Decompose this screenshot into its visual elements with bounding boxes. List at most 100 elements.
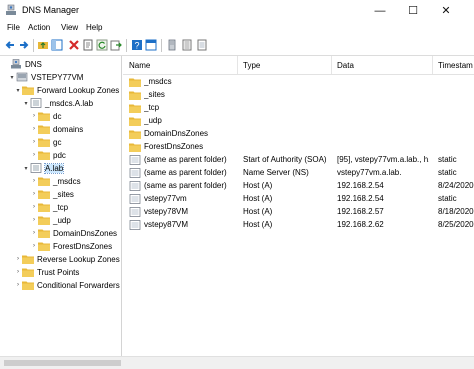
menu-action[interactable]: Action — [28, 23, 50, 32]
table-row[interactable]: _sites — [123, 89, 474, 102]
scrollbar-thumb[interactable] — [4, 360, 121, 366]
folder-icon — [129, 129, 141, 139]
table-row[interactable]: _udp — [123, 115, 474, 128]
tree-item-forestdnszones[interactable]: › ForestDnsZones — [30, 240, 112, 252]
tree-item-msdcs[interactable]: › _msdcs — [30, 175, 81, 187]
tree-item-label: dc — [53, 111, 62, 121]
table-row[interactable]: vstepy78VM Host (A) 192.168.2.57 8/18/2020 — [123, 206, 474, 219]
dns-record-icon — [129, 155, 141, 165]
tree-item-dns[interactable]: DNS — [2, 58, 42, 70]
zone-icon[interactable] — [196, 39, 208, 51]
folder-icon — [129, 77, 141, 87]
horizontal-scrollbar[interactable] — [0, 356, 474, 369]
expand-arrow-icon[interactable]: › — [30, 230, 38, 236]
expand-arrow-icon[interactable]: › — [30, 178, 38, 184]
column-divider[interactable] — [237, 56, 238, 74]
dns-manager-icon — [6, 4, 16, 15]
folder-icon — [129, 142, 141, 152]
expand-arrow-icon[interactable]: ▾ — [22, 100, 30, 107]
table-row[interactable]: DomainDnsZones — [123, 128, 474, 141]
export-icon[interactable] — [110, 39, 122, 51]
tree-item-gc[interactable]: › gc — [30, 136, 61, 148]
minimize-button[interactable]: — — [365, 0, 395, 21]
expand-arrow-icon[interactable]: › — [30, 113, 38, 119]
tree-item-udp[interactable]: › _udp — [30, 214, 71, 226]
expand-arrow-icon[interactable]: › — [14, 269, 22, 275]
results-list: Name Type Data Timestam _msdcs _sites _tcp… — [123, 56, 474, 356]
column-divider[interactable] — [432, 56, 433, 74]
expand-arrow-icon[interactable]: › — [30, 217, 38, 223]
tree-item-sites[interactable]: › _sites — [30, 188, 74, 200]
cell-name: vstepy87VM — [144, 220, 189, 229]
tree-item-domaindnszones[interactable]: › DomainDnsZones — [30, 227, 117, 239]
cell-type: Host (A) — [243, 181, 273, 190]
column-divider[interactable] — [331, 56, 332, 74]
show-tree-icon[interactable] — [51, 39, 63, 51]
records-icon[interactable] — [181, 39, 193, 51]
expand-arrow-icon[interactable]: › — [30, 204, 38, 210]
cell-type: Name Server (NS) — [243, 168, 309, 177]
trust-points-icon — [22, 267, 34, 277]
tree-item-conditional-forwarders[interactable]: › Conditional Forwarders — [14, 279, 120, 291]
table-row[interactable]: _msdcs — [123, 76, 474, 89]
table-row[interactable]: _tcp — [123, 102, 474, 115]
menu-view[interactable]: View — [61, 23, 78, 32]
help-icon[interactable]: ? — [131, 39, 143, 51]
up-folder-icon[interactable] — [37, 39, 49, 51]
table-row[interactable]: vstepy77vm Host (A) 192.168.2.54 static — [123, 193, 474, 206]
column-header-data[interactable]: Data — [337, 61, 354, 70]
delete-icon[interactable] — [68, 39, 80, 51]
cell-timestamp: static — [438, 168, 457, 177]
maximize-button[interactable]: ☐ — [398, 0, 428, 21]
tree-item-trust-points[interactable]: › Trust Points — [14, 266, 79, 278]
cell-timestamp: static — [438, 194, 457, 203]
tree-item-pdc[interactable]: › pdc — [30, 149, 66, 161]
column-header-timestamp[interactable]: Timestam — [438, 61, 473, 70]
tree-item-a-lab[interactable]: ▾ A.lab — [22, 162, 65, 174]
properties-icon[interactable] — [82, 39, 94, 51]
menu-help[interactable]: Help — [86, 23, 102, 32]
tree-item-forward-lookup-zones[interactable]: ▾ Forward Lookup Zones — [14, 84, 119, 96]
column-header-type[interactable]: Type — [243, 61, 260, 70]
tree-item-msdcs-zone[interactable]: ▾ _msdcs.A.lab — [22, 97, 93, 109]
server-icon[interactable] — [166, 39, 178, 51]
forestdnszones-icon — [38, 241, 50, 251]
console-icon[interactable] — [145, 39, 157, 51]
cell-timestamp: 8/18/2020 — [438, 207, 474, 216]
expand-arrow-icon[interactable]: › — [14, 282, 22, 288]
tree-item-tcp[interactable]: › _tcp — [30, 201, 68, 213]
expand-arrow-icon[interactable]: › — [30, 243, 38, 249]
tree-item-label: ForestDnsZones — [53, 241, 113, 251]
expand-arrow-icon[interactable]: ▾ — [8, 74, 16, 81]
cell-name: _sites — [144, 90, 165, 99]
table-row[interactable]: vstepy87VM Host (A) 192.168.2.62 8/25/2020 — [123, 219, 474, 232]
msdcs-zone-icon — [30, 98, 42, 108]
table-row[interactable]: ForestDnsZones — [123, 141, 474, 154]
expand-arrow-icon[interactable]: ▾ — [22, 165, 30, 172]
expand-arrow-icon[interactable]: › — [30, 152, 38, 158]
refresh-icon[interactable] — [96, 39, 108, 51]
tree-item-reverse-lookup-zones[interactable]: › Reverse Lookup Zones — [14, 253, 120, 265]
expand-arrow-icon[interactable]: › — [30, 126, 38, 132]
title-bar[interactable]: DNS Manager — ☐ ✕ — [0, 0, 474, 21]
expand-arrow-icon[interactable]: › — [14, 256, 22, 262]
tree-item-dc[interactable]: › dc — [30, 110, 61, 122]
cell-name: (same as parent folder) — [144, 155, 227, 164]
column-header-name[interactable]: Name — [129, 61, 150, 70]
forward-arrow-icon[interactable] — [18, 39, 30, 51]
back-arrow-icon[interactable] — [4, 39, 16, 51]
menu-file[interactable]: File — [7, 23, 20, 32]
table-row[interactable]: (same as parent folder) Name Server (NS) v… — [123, 167, 474, 180]
expand-arrow-icon[interactable]: › — [30, 191, 38, 197]
close-button[interactable]: ✕ — [431, 0, 461, 21]
tree-item-label: Conditional Forwarders — [37, 280, 120, 290]
toolbar-separator — [161, 39, 162, 52]
table-row[interactable]: (same as parent folder) Start of Authorit… — [123, 154, 474, 167]
expand-arrow-icon[interactable]: › — [30, 139, 38, 145]
cell-name: ForestDnsZones — [144, 142, 204, 151]
tree-item-domains[interactable]: › domains — [30, 123, 83, 135]
tree-item-server[interactable]: ▾ VSTEPY77VM — [8, 71, 83, 83]
expand-arrow-icon[interactable]: ▾ — [14, 87, 22, 94]
dns-record-icon — [129, 207, 141, 217]
table-row[interactable]: (same as parent folder) Host (A) 192.168.2… — [123, 180, 474, 193]
